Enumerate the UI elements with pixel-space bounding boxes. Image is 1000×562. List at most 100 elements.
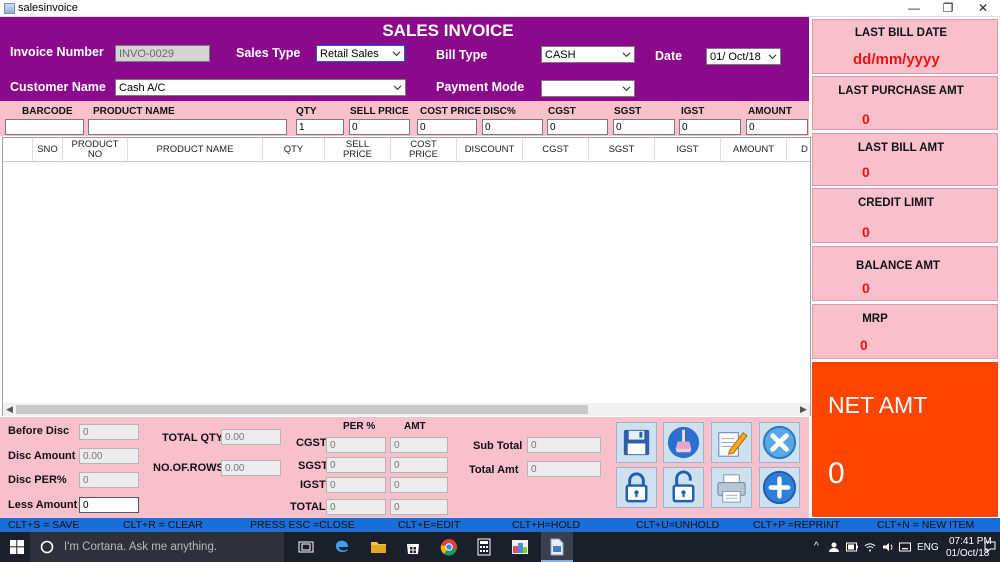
grid-column-header[interactable]: PRODUCT NO (63, 138, 128, 162)
restore-button[interactable]: ❐ (933, 0, 963, 17)
language-indicator[interactable]: ENG (917, 542, 939, 553)
total-amt-label: Total Amt (469, 464, 519, 476)
clear-button[interactable] (663, 422, 704, 463)
chrome-icon[interactable] (440, 538, 458, 556)
cgst-input[interactable]: 0 (547, 119, 608, 135)
grid-column-header[interactable]: CGST (523, 138, 589, 162)
igst-input[interactable]: 0 (679, 119, 741, 135)
grid-column-header[interactable]: D (787, 138, 810, 162)
grid-row-selector-header (3, 138, 33, 162)
sub-total-label: Sub Total (473, 440, 523, 452)
less-amount-input[interactable]: 0 (79, 497, 139, 513)
grid-column-header[interactable]: PRODUCT NAME (128, 138, 263, 162)
close-window-button[interactable]: ✕ (968, 0, 998, 17)
task-view-icon[interactable] (298, 540, 314, 554)
total-amt-gst-field[interactable]: 0 (390, 499, 448, 515)
no-of-rows-field[interactable]: 0.00 (221, 460, 281, 476)
date-picker[interactable]: 01/ Oct/18 (706, 48, 781, 65)
bill-type-select[interactable]: CASH (541, 46, 635, 63)
cgst-per-field[interactable]: 0 (326, 437, 386, 453)
volume-icon[interactable] (882, 542, 894, 552)
save-button[interactable] (616, 422, 657, 463)
file-explorer-icon[interactable] (370, 539, 387, 554)
total-per-field[interactable]: 0 (326, 499, 386, 515)
shortcut-bar: CLT+S = SAVE CLT+R = CLEAR PRESS ESC =CL… (0, 518, 1000, 532)
grid-column-header[interactable]: DISCOUNT (457, 138, 523, 162)
disc-amount-field[interactable]: 0.00 (79, 448, 139, 464)
clear-icon (667, 426, 700, 459)
before-disc-field[interactable]: 0 (79, 424, 139, 440)
amount-input[interactable]: 0 (746, 119, 808, 135)
wifi-icon[interactable] (864, 542, 876, 552)
store-icon[interactable] (405, 539, 421, 555)
scroll-thumb[interactable] (16, 405, 588, 414)
sell-price-input[interactable]: 0 (349, 119, 410, 135)
grid-column-header[interactable]: SELL PRICE (325, 138, 391, 162)
hold-button[interactable] (616, 467, 657, 508)
taskbar-active-app[interactable] (541, 532, 573, 562)
payment-mode-select[interactable] (541, 80, 635, 97)
product-name-input[interactable] (88, 119, 287, 135)
net-amt-value: 0 (828, 457, 845, 490)
igst-per-field[interactable]: 0 (326, 477, 386, 493)
keyboard-icon[interactable] (899, 542, 911, 552)
reprint-button[interactable] (711, 467, 752, 508)
cortana-placeholder: I'm Cortana. Ask me anything. (64, 541, 218, 553)
disc-per-field[interactable]: 0 (79, 472, 139, 488)
product-name-label: PRODUCT NAME (93, 106, 175, 117)
sgst-input[interactable]: 0 (613, 119, 675, 135)
notification-center-icon[interactable] (984, 541, 996, 553)
cortana-search-box[interactable]: I'm Cortana. Ask me anything. (30, 532, 284, 562)
customer-name-select[interactable]: Cash A/C (115, 79, 406, 96)
windows-start-icon[interactable] (10, 540, 24, 554)
invoice-header: SALES INVOICE Invoice Number INVO-0029 S… (0, 17, 809, 101)
close-button[interactable] (759, 422, 800, 463)
people-icon[interactable] (828, 542, 840, 552)
unhold-button[interactable] (663, 467, 704, 508)
total-qty-field[interactable]: 0.00 (221, 429, 281, 445)
balance-amt-label: BALANCE AMT (856, 260, 940, 272)
scroll-right-arrow-icon[interactable]: ▶ (798, 404, 809, 415)
sgst-amt-field[interactable]: 0 (390, 457, 448, 473)
credit-limit-panel: CREDIT LIMIT 0 (812, 188, 998, 243)
last-bill-date-label: LAST BILL DATE (854, 27, 948, 39)
total-amt-field[interactable]: 0 (527, 461, 601, 477)
scroll-left-arrow-icon[interactable]: ◀ (4, 404, 15, 415)
barcode-input[interactable] (5, 119, 84, 135)
printer-icon (717, 474, 746, 503)
calculator-icon[interactable] (477, 538, 491, 556)
grid-header: SNO PRODUCT NO PRODUCT NAME QTY SELL PRI… (3, 138, 810, 162)
disc-input[interactable]: 0 (482, 119, 543, 135)
sgst-per-field[interactable]: 0 (326, 457, 386, 473)
balance-amt-panel: BALANCE AMT 0 (812, 246, 998, 301)
chevron-down-icon (393, 85, 402, 91)
gst-igst-label: IGST (300, 479, 326, 491)
qty-input[interactable]: 1 (296, 119, 344, 135)
gst-sgst-label: SGST (298, 460, 328, 472)
sub-total-field[interactable]: 0 (527, 437, 601, 453)
date-label: Date (655, 49, 683, 63)
credit-limit-value: 0 (862, 224, 870, 240)
cost-price-input[interactable]: 0 (417, 119, 477, 135)
clock-date[interactable]: 01/Oct/18 (946, 548, 989, 559)
edit-button[interactable] (711, 422, 752, 463)
grid-column-header[interactable]: SNO (33, 138, 63, 162)
grid-column-header[interactable]: IGST (655, 138, 721, 162)
new-item-button[interactable] (759, 467, 800, 508)
gst-cgst-label: CGST (296, 437, 327, 449)
cgst-amt-field[interactable]: 0 (390, 437, 448, 453)
show-hidden-icons-icon[interactable]: ^ (814, 541, 819, 552)
invoice-number-field[interactable]: INVO-0029 (115, 45, 210, 62)
sales-type-select[interactable]: Retail Sales (316, 45, 405, 62)
edge-browser-icon[interactable] (334, 538, 350, 555)
grid-horizontal-scrollbar[interactable]: ◀ ▶ (3, 403, 810, 416)
grid-column-header[interactable]: COST PRICE (391, 138, 457, 162)
bill-type-label: Bill Type (436, 48, 488, 62)
paint-app-icon[interactable] (511, 538, 529, 556)
igst-amt-field[interactable]: 0 (390, 477, 448, 493)
grid-column-header[interactable]: AMOUNT (721, 138, 787, 162)
grid-column-header[interactable]: QTY (263, 138, 325, 162)
grid-column-header[interactable]: SGST (589, 138, 655, 162)
minimize-button[interactable]: — (899, 0, 929, 17)
items-grid[interactable]: SNO PRODUCT NO PRODUCT NAME QTY SELL PRI… (2, 137, 811, 416)
